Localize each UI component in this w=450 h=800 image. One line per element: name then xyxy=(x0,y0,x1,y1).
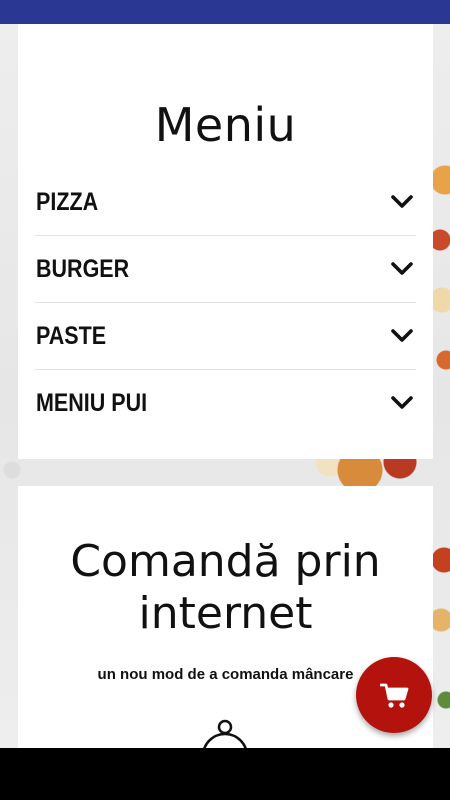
menu-item-label: PIZZA xyxy=(36,188,99,216)
order-title-line2: internet xyxy=(138,588,313,639)
menu-item-pizza[interactable]: PIZZA xyxy=(35,169,416,236)
chevron-down-icon xyxy=(391,329,413,342)
cart-button[interactable] xyxy=(356,657,432,733)
chevron-down-icon xyxy=(391,195,413,208)
menu-item-meniu-pui[interactable]: MENIU PUI xyxy=(35,370,416,436)
order-title-line1: Comandă prin xyxy=(70,536,381,587)
order-title: Comandă prin internet xyxy=(18,536,433,640)
menu-item-burger[interactable]: BURGER xyxy=(35,236,416,303)
menu-list: PIZZA BURGER PASTE MENIU PUI xyxy=(35,169,416,436)
chevron-down-icon xyxy=(391,262,413,275)
menu-item-paste[interactable]: PASTE xyxy=(35,303,416,370)
menu-title: Meniu xyxy=(154,98,297,152)
menu-item-label: BURGER xyxy=(36,255,130,283)
status-bar xyxy=(0,0,450,24)
menu-card: Meniu PIZZA BURGER PASTE MENIU PUI xyxy=(18,24,433,459)
menu-item-label: PASTE xyxy=(36,322,107,350)
navigation-bar xyxy=(0,748,450,800)
chevron-down-icon xyxy=(391,396,413,409)
app-screen: Meniu PIZZA BURGER PASTE MENIU PUI Coman… xyxy=(0,0,450,800)
shopping-cart-icon xyxy=(380,683,409,708)
menu-item-label: MENIU PUI xyxy=(36,389,148,417)
